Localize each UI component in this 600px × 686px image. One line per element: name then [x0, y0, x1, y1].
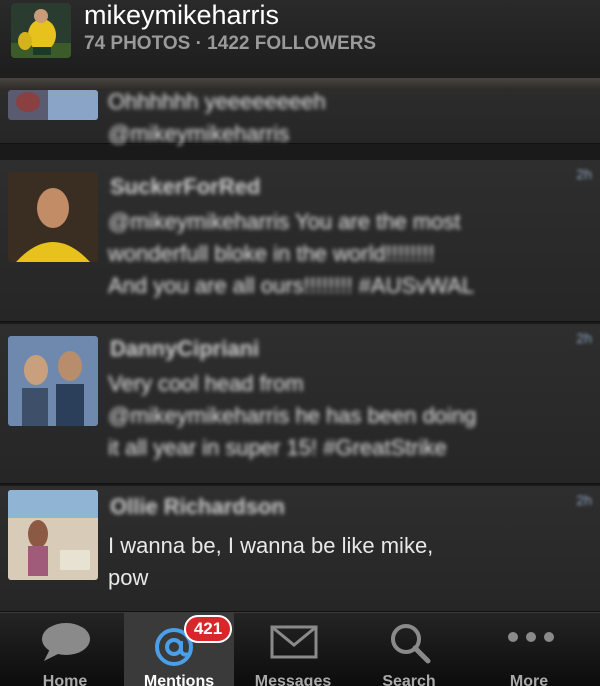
profile-stats: 74 PHOTOS · 1422 FOLLOWERS — [84, 33, 377, 54]
tweet-avatar — [8, 490, 98, 580]
tweet-time: 2h — [576, 492, 592, 508]
more-dots-icon — [508, 632, 554, 642]
tweet-avatar — [8, 172, 98, 262]
tweet-feed[interactable]: Ohhhhhh yeeeeeeeeh @mikeymikeharris Suck… — [0, 90, 600, 612]
speech-bubble-icon — [42, 623, 90, 661]
profile-header: mikeymikeharris 74 PHOTOS · 1422 FOLLOWE… — [0, 0, 600, 78]
magnifier-icon — [391, 624, 431, 664]
tweet-text: @mikeymikeharris You are the most wonder… — [108, 209, 475, 298]
profile-username: mikeymikeharris — [84, 0, 280, 30]
tab-more[interactable]: More — [474, 613, 584, 686]
tweet-item[interactable]: Ollie Richardson 2h I wanna be, I wanna … — [0, 486, 600, 612]
tweet-time: 2h — [576, 330, 592, 346]
tab-bar: Home 421 Mentions Messages Search More — [0, 612, 600, 686]
tweet-text: I wanna be, I wanna be like mike, pow — [108, 533, 434, 590]
profile-avatar[interactable] — [11, 3, 71, 58]
tab-home[interactable]: Home — [10, 613, 120, 686]
tweet-author[interactable]: SuckerForRed — [110, 174, 260, 200]
tweet-author[interactable]: DannyCipriani — [110, 336, 259, 362]
tweet-avatar — [8, 336, 98, 426]
header-divider — [0, 78, 600, 90]
mentions-count-badge: 421 — [184, 615, 232, 643]
tweet-text: Ohhhhhh yeeeeeeeeh @mikeymikeharris — [108, 90, 326, 146]
tab-messages[interactable]: Messages — [238, 613, 348, 686]
tweet-author[interactable]: Ollie Richardson — [110, 494, 285, 520]
tweet-time: 2h — [576, 166, 592, 182]
tweet-item[interactable]: DannyCipriani 2h Very cool head from @mi… — [0, 324, 600, 484]
tab-mentions[interactable]: 421 Mentions — [124, 613, 234, 686]
tweet-item[interactable]: Ohhhhhh yeeeeeeeeh @mikeymikeharris — [0, 90, 600, 146]
envelope-icon — [270, 625, 318, 659]
tweet-avatar — [8, 90, 98, 120]
tweet-item[interactable]: SuckerForRed 2h @mikeymikeharris You are… — [0, 160, 600, 322]
tab-search[interactable]: Search — [354, 613, 464, 686]
tweet-text: Very cool head from @mikeymikeharris he … — [108, 371, 477, 460]
